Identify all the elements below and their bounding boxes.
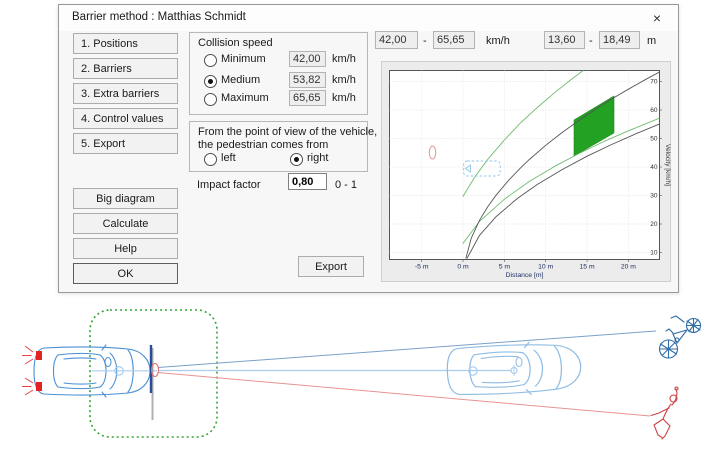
- svg-text:0 m: 0 m: [457, 264, 469, 271]
- radio-maximum-label[interactable]: Maximum: [221, 92, 269, 104]
- speed-min-field: [375, 31, 418, 49]
- bicycle: [660, 316, 701, 358]
- radio-medium[interactable]: [204, 75, 217, 88]
- pov-group: From the point of view of the vehicle, t…: [189, 121, 368, 172]
- maximum-speed-field: [289, 90, 326, 106]
- svg-text:20: 20: [650, 221, 658, 228]
- minimum-speed-field: [289, 51, 326, 67]
- speed-max-field: [433, 31, 475, 49]
- svg-text:70: 70: [650, 79, 658, 86]
- maximum-speed-unit: km/h: [332, 92, 356, 104]
- svg-text:10 m: 10 m: [538, 264, 553, 271]
- radio-right-label[interactable]: right: [307, 152, 328, 164]
- radio-minimum[interactable]: [204, 54, 217, 67]
- big-diagram-button[interactable]: Big diagram: [73, 188, 178, 209]
- nav-button-export[interactable]: 5. Export: [73, 133, 178, 154]
- distance-min-field: [544, 31, 585, 49]
- radio-minimum-label[interactable]: Minimum: [221, 53, 266, 65]
- striking-vehicle: [22, 345, 157, 397]
- nav-button-positions[interactable]: 1. Positions: [73, 33, 178, 54]
- ok-button[interactable]: OK: [73, 263, 178, 284]
- dialog-title: Barrier method : Matthias Schmidt: [72, 11, 246, 23]
- pov-text-line1: From the point of view of the vehicle,: [198, 126, 377, 138]
- nav-button-barriers[interactable]: 2. Barriers: [73, 58, 178, 79]
- speed-range-separator: -: [423, 35, 427, 47]
- velocity-distance-chart: -5 m 0 m 5 m 10 m 15 m 20 m Distance [m]…: [381, 61, 671, 282]
- speed-range-unit: km/h: [486, 35, 510, 47]
- collision-speed-title: Collision speed: [198, 37, 273, 49]
- radio-maximum[interactable]: [204, 93, 217, 106]
- nav-button-extra-barriers[interactable]: 3. Extra barriers: [73, 83, 178, 104]
- y-axis-label: Velocity [km/h]: [664, 144, 671, 186]
- svg-text:-5 m: -5 m: [415, 264, 429, 271]
- impact-factor-label: Impact factor: [197, 179, 261, 191]
- help-button[interactable]: Help: [73, 238, 178, 259]
- svg-text:5 m: 5 m: [499, 264, 511, 271]
- title-bar[interactable]: Barrier method : Matthias Schmidt ×: [59, 5, 678, 31]
- radio-left-label[interactable]: left: [221, 152, 236, 164]
- distance-max-field: [599, 31, 640, 49]
- svg-text:40: 40: [650, 164, 658, 171]
- impact-factor-input[interactable]: [288, 173, 327, 190]
- nav-button-control-values[interactable]: 4. Control values: [73, 108, 178, 129]
- barrier-method-dialog: Barrier method : Matthias Schmidt × 1. P…: [58, 4, 679, 293]
- radio-right[interactable]: [290, 153, 303, 166]
- svg-text:50: 50: [650, 136, 658, 143]
- page: Barrier method : Matthias Schmidt × 1. P…: [0, 0, 720, 465]
- close-icon[interactable]: ×: [644, 8, 670, 28]
- minimum-speed-unit: km/h: [332, 53, 356, 65]
- impact-factor-range: 0 - 1: [335, 179, 357, 191]
- distance-range-separator: -: [589, 35, 593, 47]
- plot-area: [390, 71, 660, 260]
- pov-text-line2: the pedestrian comes from: [198, 139, 328, 151]
- distance-range-unit: m: [647, 35, 656, 47]
- pedestrian-figure: [651, 387, 678, 439]
- svg-text:20 m: 20 m: [621, 264, 636, 271]
- export-button[interactable]: Export: [298, 256, 364, 277]
- svg-text:60: 60: [650, 107, 658, 114]
- chart-panel: -5 m 0 m 5 m 10 m 15 m 20 m Distance [m]…: [381, 61, 671, 282]
- barrier-zone-rect: [90, 310, 217, 437]
- struck-vehicle: [446, 340, 582, 398]
- trajectory-line-pedestrian: [158, 373, 650, 417]
- sight-line-bicycle: [158, 331, 656, 368]
- medium-speed-field: [289, 72, 326, 88]
- svg-text:30: 30: [650, 193, 658, 200]
- radio-left[interactable]: [204, 153, 217, 166]
- calculate-button[interactable]: Calculate: [73, 213, 178, 234]
- taillights: [22, 346, 42, 395]
- collision-speed-group: Collision speed Minimum km/h Medium km/h…: [189, 32, 368, 115]
- impact-point-marker: [152, 364, 159, 377]
- x-axis-label: Distance [m]: [506, 272, 544, 279]
- svg-text:10: 10: [650, 250, 658, 257]
- medium-speed-unit: km/h: [332, 74, 356, 86]
- svg-text:15 m: 15 m: [580, 264, 595, 271]
- radio-medium-label[interactable]: Medium: [221, 74, 260, 86]
